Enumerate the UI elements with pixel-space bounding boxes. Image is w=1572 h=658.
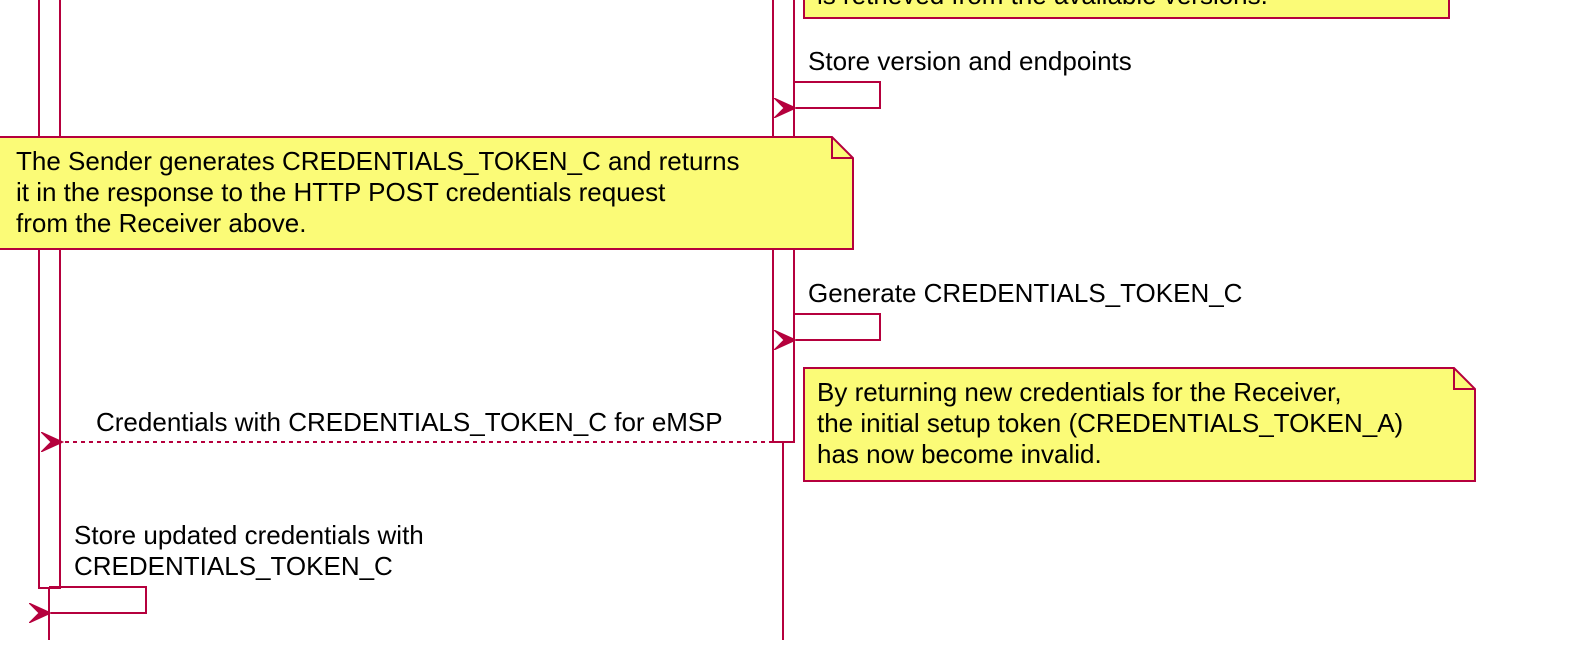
note-line: has now become invalid. <box>817 439 1102 469</box>
message-store-version-label: Store version and endpoints <box>808 46 1132 76</box>
note-line: it in the response to the HTTP POST cred… <box>16 177 666 207</box>
note-line: from the Receiver above. <box>16 208 307 238</box>
message-store-updated-label: Store updated credentials with CREDENTIA… <box>74 520 424 582</box>
message-line: CREDENTIALS_TOKEN_C <box>74 551 393 581</box>
note-sender-generates: The Sender generates CREDENTIALS_TOKEN_C… <box>16 146 740 239</box>
self-message-store-updated <box>49 586 147 613</box>
note-returning-credentials: By returning new credentials for the Rec… <box>817 377 1403 470</box>
message-line: Store updated credentials with <box>74 520 424 550</box>
message-credentials-response-label: Credentials with CREDENTIALS_TOKEN_C for… <box>96 407 723 437</box>
note-line: the initial setup token (CREDENTIALS_TOK… <box>817 408 1404 438</box>
note-top-partial-text: is retrieved from the available versions… <box>817 0 1268 11</box>
note-line: By returning new credentials for the Rec… <box>817 377 1342 407</box>
receiver-activation-bar <box>38 0 61 589</box>
self-message-store-version <box>794 81 881 108</box>
note-line: The Sender generates CREDENTIALS_TOKEN_C… <box>16 146 740 176</box>
self-message-generate-token <box>794 313 881 340</box>
message-generate-token-label: Generate CREDENTIALS_TOKEN_C <box>808 278 1243 308</box>
